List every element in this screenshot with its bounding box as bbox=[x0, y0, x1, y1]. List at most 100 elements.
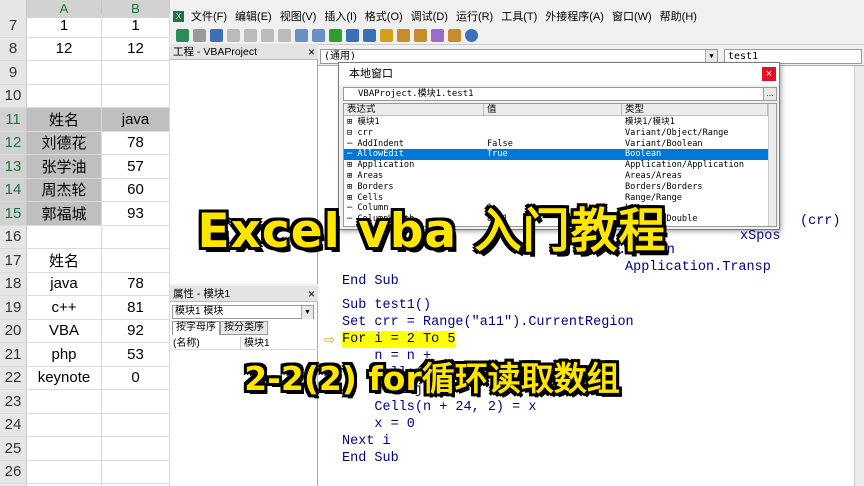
cell-a[interactable] bbox=[27, 84, 102, 107]
locals-row[interactable]: ⊞ 模块1 模块1/模块1 bbox=[344, 117, 768, 128]
cell-b[interactable] bbox=[102, 437, 170, 460]
cell-a[interactable]: 1 bbox=[27, 14, 102, 37]
locals-header-expression[interactable]: 表达式 bbox=[344, 104, 484, 116]
locals-row[interactable]: ─ AllowEdit True Boolean bbox=[344, 149, 768, 161]
row-header[interactable]: 18 bbox=[0, 272, 27, 295]
code-line[interactable]: x = 0 bbox=[342, 416, 415, 433]
cell-b[interactable]: 78 bbox=[102, 131, 170, 154]
row-header[interactable]: 25 bbox=[0, 437, 27, 460]
code-fragment: Application.Transp bbox=[625, 260, 771, 275]
locals-row[interactable]: ⊞ Borders Borders/Borders bbox=[344, 182, 768, 193]
cell-b[interactable]: 92 bbox=[102, 319, 170, 342]
property-value[interactable]: 模块1 bbox=[240, 337, 270, 350]
close-icon[interactable]: × bbox=[308, 45, 315, 59]
cell-a[interactable] bbox=[27, 413, 102, 436]
row-header[interactable]: 19 bbox=[0, 296, 27, 319]
code-line[interactable]: End Sub bbox=[342, 450, 399, 467]
cell-b[interactable] bbox=[102, 460, 170, 483]
code-line[interactable]: Sub test1() bbox=[342, 297, 431, 314]
menu-view[interactable]: 视图(V) bbox=[276, 8, 321, 24]
locals-header-type[interactable]: 类型 bbox=[622, 104, 768, 116]
row-header[interactable]: 20 bbox=[0, 319, 27, 342]
menu-tools[interactable]: 工具(T) bbox=[497, 8, 541, 24]
chevron-down-icon[interactable]: ▼ bbox=[301, 306, 313, 319]
call-stack-button[interactable]: … bbox=[763, 87, 777, 101]
save-icon[interactable] bbox=[210, 29, 223, 42]
object-browser-icon[interactable] bbox=[431, 29, 444, 42]
code-scrollbar[interactable] bbox=[854, 66, 864, 486]
menu-debug[interactable]: 调试(D) bbox=[407, 8, 452, 24]
run-icon[interactable] bbox=[329, 29, 342, 42]
row-header[interactable]: 10 bbox=[0, 84, 27, 107]
row-header[interactable]: 7 bbox=[0, 14, 27, 37]
cell-a[interactable]: 12 bbox=[27, 37, 102, 60]
menu-format[interactable]: 格式(O) bbox=[361, 8, 407, 24]
close-icon[interactable]: × bbox=[308, 287, 315, 301]
properties-icon[interactable] bbox=[414, 29, 427, 42]
cell-b[interactable]: 57 bbox=[102, 155, 170, 178]
cell-a[interactable]: 刘德花 bbox=[27, 131, 102, 154]
row-header[interactable]: 9 bbox=[0, 61, 27, 84]
locals-row[interactable]: ⊟ crr Variant/Object/Range bbox=[344, 128, 768, 139]
cell-b[interactable] bbox=[102, 84, 170, 107]
cell-b[interactable]: 1 bbox=[102, 14, 170, 37]
object-select[interactable]: 模块1 模块 ▼ bbox=[172, 305, 314, 319]
sheet-row: 13 张学油 57 bbox=[0, 155, 170, 179]
locals-row[interactable]: ⊞ Application Application/Application bbox=[344, 160, 768, 171]
properties-tabs: 按字母序 按分类序 bbox=[172, 321, 268, 335]
paste-icon[interactable] bbox=[261, 29, 274, 42]
menu-file[interactable]: 文件(F) bbox=[187, 8, 231, 24]
copy-icon[interactable] bbox=[244, 29, 257, 42]
cell-a[interactable]: c++ bbox=[27, 296, 102, 319]
insert-module-icon[interactable] bbox=[193, 29, 206, 42]
design-mode-icon[interactable] bbox=[380, 29, 393, 42]
reset-icon[interactable] bbox=[363, 29, 376, 42]
project-explorer-icon[interactable] bbox=[397, 29, 410, 42]
cell-b[interactable] bbox=[102, 61, 170, 84]
cell-b[interactable]: 78 bbox=[102, 272, 170, 295]
row-header[interactable]: 12 bbox=[0, 131, 27, 154]
cell-a[interactable]: 张学油 bbox=[27, 155, 102, 178]
undo-icon[interactable] bbox=[295, 29, 308, 42]
find-icon[interactable] bbox=[278, 29, 291, 42]
row-header[interactable]: 24 bbox=[0, 413, 27, 436]
break-icon[interactable] bbox=[346, 29, 359, 42]
redo-icon[interactable] bbox=[312, 29, 325, 42]
menu-help[interactable]: 帮助(H) bbox=[656, 8, 701, 24]
row-header[interactable]: 11 bbox=[0, 108, 27, 131]
locals-row[interactable]: ⊞ Areas Areas/Areas bbox=[344, 171, 768, 182]
cell-b[interactable]: 81 bbox=[102, 296, 170, 319]
menu-insert[interactable]: 插入(I) bbox=[320, 8, 360, 24]
menu-addins[interactable]: 外接程序(A) bbox=[541, 8, 608, 24]
cell-a[interactable] bbox=[27, 61, 102, 84]
excel-app-icon[interactable]: X bbox=[170, 10, 187, 22]
cell-b[interactable]: java bbox=[102, 108, 170, 131]
row-header[interactable]: 26 bbox=[0, 460, 27, 483]
view-excel-icon[interactable] bbox=[176, 29, 189, 42]
toolbox-icon[interactable] bbox=[448, 29, 461, 42]
close-icon[interactable]: × bbox=[762, 67, 776, 81]
cell-a[interactable]: VBA bbox=[27, 319, 102, 342]
menu-run[interactable]: 运行(R) bbox=[452, 8, 497, 24]
code-line[interactable]: Set crr = Range("a11").CurrentRegion bbox=[342, 314, 634, 331]
code-line[interactable]: Cells(n + 24, 2) = x bbox=[342, 399, 536, 416]
code-line[interactable]: Next i bbox=[342, 433, 391, 450]
cell-a[interactable]: java bbox=[27, 272, 102, 295]
cut-icon[interactable] bbox=[227, 29, 240, 42]
row-header[interactable]: 8 bbox=[0, 37, 27, 60]
cell-b[interactable]: 12 bbox=[102, 37, 170, 60]
tab-categorized[interactable]: 按分类序 bbox=[220, 321, 268, 335]
property-row[interactable]: (名称) 模块1 bbox=[170, 337, 318, 350]
locals-header-value[interactable]: 值 bbox=[484, 104, 622, 116]
cell-a[interactable] bbox=[27, 460, 102, 483]
code-line[interactable]: For i = 2 To 5 bbox=[342, 331, 456, 348]
help-icon[interactable] bbox=[465, 29, 478, 42]
tab-alphabetic[interactable]: 按字母序 bbox=[172, 321, 220, 335]
cell-a[interactable] bbox=[27, 437, 102, 460]
menu-window[interactable]: 窗口(W) bbox=[608, 8, 656, 24]
menu-edit[interactable]: 编辑(E) bbox=[231, 8, 276, 24]
row-header[interactable]: 13 bbox=[0, 155, 27, 178]
cell-a[interactable]: 姓名 bbox=[27, 108, 102, 131]
cell-b[interactable] bbox=[102, 413, 170, 436]
locals-row[interactable]: ─ AddIndent False Variant/Boolean bbox=[344, 139, 768, 150]
